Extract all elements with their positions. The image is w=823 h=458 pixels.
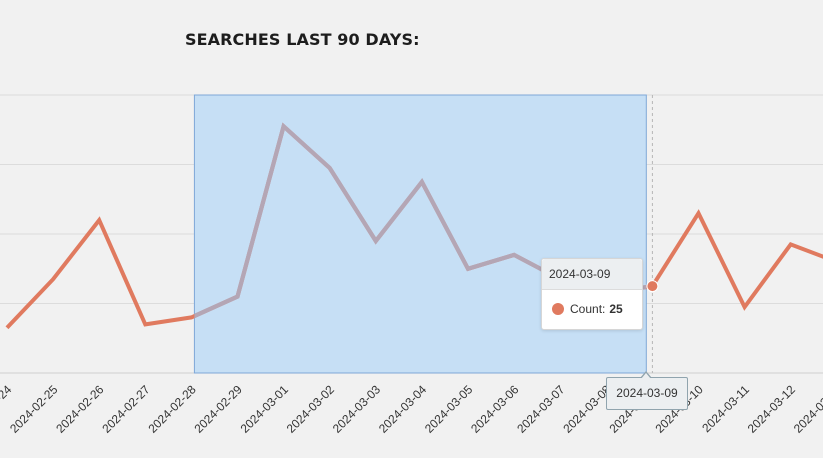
x-tick-label: 2024-02-27 bbox=[99, 382, 153, 436]
x-tick-label: 2024-03-01 bbox=[238, 382, 292, 436]
x-tick-label: 2024-03-04 bbox=[376, 382, 430, 436]
x-axis-labels: 2024-02-242024-02-252024-02-262024-02-27… bbox=[0, 382, 823, 436]
hover-point-marker bbox=[646, 280, 659, 293]
tooltip-label: Count: bbox=[570, 302, 606, 316]
x-tick-label: 2024-03-03 bbox=[330, 382, 384, 436]
tooltip-date: 2024-03-09 bbox=[542, 259, 642, 290]
tooltip-value: 25 bbox=[609, 302, 623, 316]
x-tick-label: 2024-02-29 bbox=[192, 382, 246, 436]
x-tick-label: 2024-03-06 bbox=[468, 382, 522, 436]
x-tick-label: 2024-02-25 bbox=[7, 382, 61, 436]
line-chart[interactable]: 2024-02-242024-02-252024-02-262024-02-27… bbox=[0, 0, 823, 458]
tooltip-body: Count: 25 bbox=[542, 290, 642, 328]
selection-layer bbox=[193, 94, 647, 374]
chart-page: SEARCHES LAST 90 DAYS: 2024-02-24 2024-02… bbox=[0, 0, 823, 458]
x-tick-label: 2024-02-26 bbox=[53, 382, 107, 436]
selection-band bbox=[193, 94, 647, 374]
x-tick-label: 2024-03-02 bbox=[284, 382, 338, 436]
data-tooltip: 2024-03-09 Count: 25 bbox=[541, 258, 643, 330]
x-tick-label: 2024-03-05 bbox=[422, 382, 476, 436]
x-tick-label: 2024-03-12 bbox=[745, 382, 799, 436]
x-tick-label: 2024-03-11 bbox=[699, 382, 752, 435]
crosshair-x-label: 2024-03-09 bbox=[606, 371, 688, 410]
x-tick-label: 2024-02-28 bbox=[145, 382, 199, 436]
x-tick-label: 2024-03-07 bbox=[514, 382, 568, 436]
series-marker-icon bbox=[552, 303, 564, 315]
